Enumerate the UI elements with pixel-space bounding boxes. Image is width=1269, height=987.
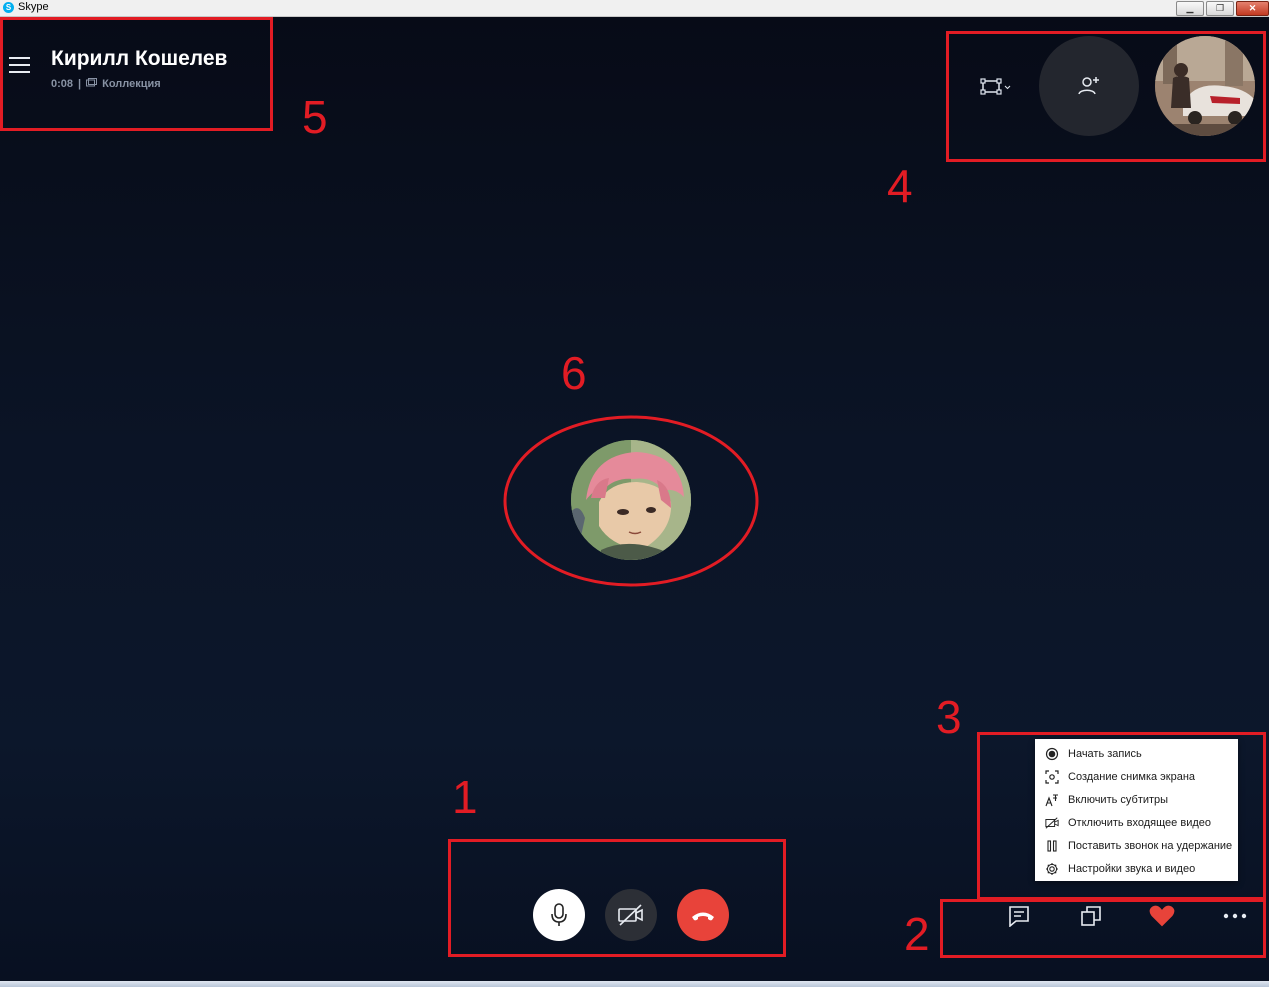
annotation-box-4 — [946, 31, 1266, 162]
annotation-label-5: 5 — [302, 91, 328, 143]
window-titlebar: S Skype ▁ ❐ ✕ — [0, 0, 1269, 17]
restore-button[interactable]: ❐ — [1206, 1, 1234, 16]
skype-icon: S — [3, 2, 14, 13]
annotation-box-3 — [977, 732, 1266, 900]
peer-avatar-image — [571, 440, 691, 560]
window-title: Skype — [18, 1, 49, 13]
annotation-label-3: 3 — [936, 691, 962, 743]
annotation-box-1 — [448, 839, 786, 957]
annotation-box-2 — [940, 899, 1266, 958]
annotation-label-6: 6 — [561, 347, 587, 399]
minimize-icon: ▁ — [1186, 3, 1194, 13]
close-icon: ✕ — [1248, 3, 1257, 13]
restore-icon: ❐ — [1215, 3, 1225, 13]
annotation-box-5 — [0, 17, 273, 131]
taskbar-strip — [0, 981, 1269, 987]
annotation-label-1: 1 — [452, 771, 478, 823]
minimize-button[interactable]: ▁ — [1176, 1, 1204, 16]
close-button[interactable]: ✕ — [1236, 1, 1269, 16]
annotation-label-4: 4 — [887, 160, 913, 212]
annotation-label-2: 2 — [904, 908, 930, 960]
peer-avatar — [571, 440, 691, 560]
